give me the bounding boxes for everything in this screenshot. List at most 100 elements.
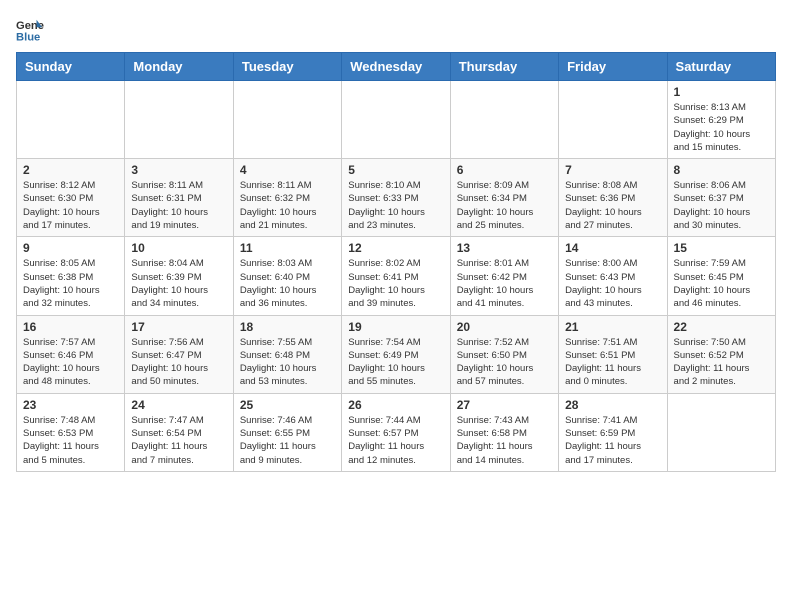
day-info: Sunrise: 8:06 AM Sunset: 6:37 PM Dayligh…: [674, 179, 769, 232]
calendar-cell: 16 Sunrise: 7:57 AM Sunset: 6:46 PM Dayli…: [17, 315, 125, 393]
calendar-cell: 18 Sunrise: 7:55 AM Sunset: 6:48 PM Dayli…: [233, 315, 341, 393]
day-info: Sunrise: 7:56 AM Sunset: 6:47 PM Dayligh…: [131, 336, 226, 389]
calendar-week-row: 16 Sunrise: 7:57 AM Sunset: 6:46 PM Dayli…: [17, 315, 776, 393]
calendar-cell: 9 Sunrise: 8:05 AM Sunset: 6:38 PM Daylig…: [17, 237, 125, 315]
calendar-cell: 24 Sunrise: 7:47 AM Sunset: 6:54 PM Dayli…: [125, 393, 233, 471]
calendar-cell: [559, 81, 667, 159]
day-number: 4: [240, 163, 335, 177]
calendar-cell: 22Sunrise: 7:50 AM Sunset: 6:52 PM Dayli…: [667, 315, 775, 393]
calendar-cell: 5 Sunrise: 8:10 AM Sunset: 6:33 PM Daylig…: [342, 159, 450, 237]
day-number: 8: [674, 163, 769, 177]
calendar-cell: 11 Sunrise: 8:03 AM Sunset: 6:40 PM Dayli…: [233, 237, 341, 315]
calendar-table: SundayMondayTuesdayWednesdayThursdayFrid…: [16, 52, 776, 472]
calendar-week-row: 23Sunrise: 7:48 AM Sunset: 6:53 PM Dayli…: [17, 393, 776, 471]
day-info: Sunrise: 7:44 AM Sunset: 6:57 PM Dayligh…: [348, 414, 443, 467]
calendar-cell: 28 Sunrise: 7:41 AM Sunset: 6:59 PM Dayli…: [559, 393, 667, 471]
day-info: Sunrise: 8:11 AM Sunset: 6:32 PM Dayligh…: [240, 179, 335, 232]
weekday-header-wednesday: Wednesday: [342, 53, 450, 81]
day-info: Sunrise: 7:52 AM Sunset: 6:50 PM Dayligh…: [457, 336, 552, 389]
calendar-cell: 7Sunrise: 8:08 AM Sunset: 6:36 PM Daylig…: [559, 159, 667, 237]
day-number: 14: [565, 241, 660, 255]
day-info: Sunrise: 8:10 AM Sunset: 6:33 PM Dayligh…: [348, 179, 443, 232]
calendar-cell: 17 Sunrise: 7:56 AM Sunset: 6:47 PM Dayli…: [125, 315, 233, 393]
day-info: Sunrise: 7:54 AM Sunset: 6:49 PM Dayligh…: [348, 336, 443, 389]
day-number: 26: [348, 398, 443, 412]
logo-icon: General Blue: [16, 16, 44, 44]
day-info: Sunrise: 8:03 AM Sunset: 6:40 PM Dayligh…: [240, 257, 335, 310]
calendar-header-row: SundayMondayTuesdayWednesdayThursdayFrid…: [17, 53, 776, 81]
day-number: 20: [457, 320, 552, 334]
day-number: 5: [348, 163, 443, 177]
day-number: 28: [565, 398, 660, 412]
day-info: Sunrise: 7:51 AM Sunset: 6:51 PM Dayligh…: [565, 336, 660, 389]
calendar-cell: [667, 393, 775, 471]
day-info: Sunrise: 7:59 AM Sunset: 6:45 PM Dayligh…: [674, 257, 769, 310]
day-number: 12: [348, 241, 443, 255]
weekday-header-sunday: Sunday: [17, 53, 125, 81]
day-number: 7: [565, 163, 660, 177]
calendar-cell: 19 Sunrise: 7:54 AM Sunset: 6:49 PM Dayli…: [342, 315, 450, 393]
calendar-cell: 2Sunrise: 8:12 AM Sunset: 6:30 PM Daylig…: [17, 159, 125, 237]
calendar-cell: 23Sunrise: 7:48 AM Sunset: 6:53 PM Dayli…: [17, 393, 125, 471]
calendar-cell: 20 Sunrise: 7:52 AM Sunset: 6:50 PM Dayli…: [450, 315, 558, 393]
day-info: Sunrise: 7:43 AM Sunset: 6:58 PM Dayligh…: [457, 414, 552, 467]
day-number: 13: [457, 241, 552, 255]
day-info: Sunrise: 8:05 AM Sunset: 6:38 PM Dayligh…: [23, 257, 118, 310]
day-info: Sunrise: 7:55 AM Sunset: 6:48 PM Dayligh…: [240, 336, 335, 389]
calendar-cell: 4 Sunrise: 8:11 AM Sunset: 6:32 PM Daylig…: [233, 159, 341, 237]
calendar-cell: [233, 81, 341, 159]
calendar-cell: 27 Sunrise: 7:43 AM Sunset: 6:58 PM Dayli…: [450, 393, 558, 471]
day-number: 6: [457, 163, 552, 177]
calendar-cell: 12 Sunrise: 8:02 AM Sunset: 6:41 PM Dayli…: [342, 237, 450, 315]
calendar-cell: 25 Sunrise: 7:46 AM Sunset: 6:55 PM Dayli…: [233, 393, 341, 471]
calendar-cell: 15 Sunrise: 7:59 AM Sunset: 6:45 PM Dayli…: [667, 237, 775, 315]
day-info: Sunrise: 8:12 AM Sunset: 6:30 PM Dayligh…: [23, 179, 118, 232]
day-info: Sunrise: 7:41 AM Sunset: 6:59 PM Dayligh…: [565, 414, 660, 467]
day-info: Sunrise: 7:46 AM Sunset: 6:55 PM Dayligh…: [240, 414, 335, 467]
day-info: Sunrise: 8:00 AM Sunset: 6:43 PM Dayligh…: [565, 257, 660, 310]
calendar-cell: [342, 81, 450, 159]
day-number: 19: [348, 320, 443, 334]
calendar-cell: 14 Sunrise: 8:00 AM Sunset: 6:43 PM Dayli…: [559, 237, 667, 315]
svg-text:Blue: Blue: [16, 31, 40, 43]
day-number: 24: [131, 398, 226, 412]
day-number: 15: [674, 241, 769, 255]
day-info: Sunrise: 7:50 AM Sunset: 6:52 PM Dayligh…: [674, 336, 769, 389]
day-number: 21: [565, 320, 660, 334]
day-info: Sunrise: 8:02 AM Sunset: 6:41 PM Dayligh…: [348, 257, 443, 310]
calendar-cell: 26 Sunrise: 7:44 AM Sunset: 6:57 PM Dayli…: [342, 393, 450, 471]
day-number: 25: [240, 398, 335, 412]
day-info: Sunrise: 8:01 AM Sunset: 6:42 PM Dayligh…: [457, 257, 552, 310]
calendar-cell: 1 Sunrise: 8:13 AM Sunset: 6:29 PM Daylig…: [667, 81, 775, 159]
calendar-cell: [450, 81, 558, 159]
weekday-header-monday: Monday: [125, 53, 233, 81]
day-number: 16: [23, 320, 118, 334]
day-info: Sunrise: 8:04 AM Sunset: 6:39 PM Dayligh…: [131, 257, 226, 310]
day-number: 9: [23, 241, 118, 255]
calendar-cell: 21 Sunrise: 7:51 AM Sunset: 6:51 PM Dayli…: [559, 315, 667, 393]
calendar-week-row: 2Sunrise: 8:12 AM Sunset: 6:30 PM Daylig…: [17, 159, 776, 237]
day-info: Sunrise: 8:09 AM Sunset: 6:34 PM Dayligh…: [457, 179, 552, 232]
day-info: Sunrise: 7:57 AM Sunset: 6:46 PM Dayligh…: [23, 336, 118, 389]
day-number: 27: [457, 398, 552, 412]
calendar-cell: 3Sunrise: 8:11 AM Sunset: 6:31 PM Daylig…: [125, 159, 233, 237]
day-number: 18: [240, 320, 335, 334]
day-number: 1: [674, 85, 769, 99]
weekday-header-friday: Friday: [559, 53, 667, 81]
day-info: Sunrise: 7:47 AM Sunset: 6:54 PM Dayligh…: [131, 414, 226, 467]
day-number: 11: [240, 241, 335, 255]
calendar-cell: 10 Sunrise: 8:04 AM Sunset: 6:39 PM Dayli…: [125, 237, 233, 315]
page-header: General Blue: [16, 16, 776, 44]
logo: General Blue: [16, 16, 46, 44]
calendar-cell: 13 Sunrise: 8:01 AM Sunset: 6:42 PM Dayli…: [450, 237, 558, 315]
calendar-cell: 6 Sunrise: 8:09 AM Sunset: 6:34 PM Daylig…: [450, 159, 558, 237]
day-info: Sunrise: 8:13 AM Sunset: 6:29 PM Dayligh…: [674, 101, 769, 154]
calendar-cell: 8 Sunrise: 8:06 AM Sunset: 6:37 PM Daylig…: [667, 159, 775, 237]
weekday-header-thursday: Thursday: [450, 53, 558, 81]
day-number: 10: [131, 241, 226, 255]
day-info: Sunrise: 7:48 AM Sunset: 6:53 PM Dayligh…: [23, 414, 118, 467]
calendar-cell: [17, 81, 125, 159]
day-number: 3: [131, 163, 226, 177]
day-number: 17: [131, 320, 226, 334]
weekday-header-tuesday: Tuesday: [233, 53, 341, 81]
